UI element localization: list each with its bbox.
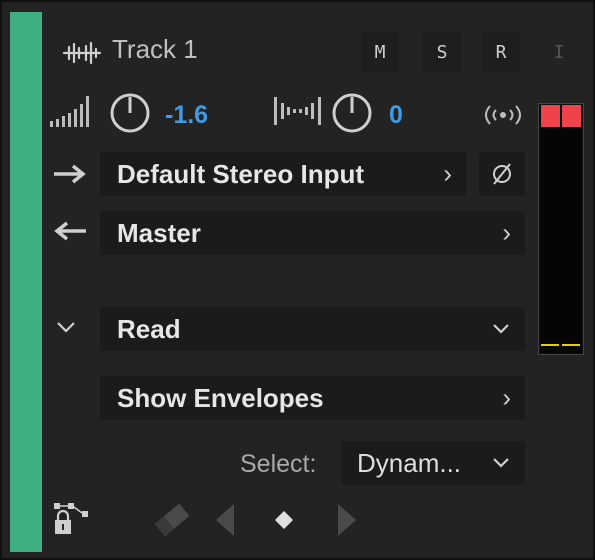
phase-invert-button[interactable] <box>479 152 525 196</box>
clip-indicator-left[interactable] <box>541 105 560 127</box>
automation-mode-value: Read <box>117 313 181 344</box>
envelope-select-value: Dynam... <box>357 447 462 478</box>
meter-level-right <box>562 344 580 346</box>
volume-bars-icon <box>50 96 89 127</box>
next-keyframe-icon <box>338 504 356 536</box>
pan-icon <box>274 97 321 125</box>
waveform-icon <box>62 41 102 65</box>
output-select[interactable]: Master › <box>100 211 525 255</box>
track-color-strip <box>10 12 42 552</box>
chevron-right-icon: › <box>502 382 511 413</box>
prev-keyframe-icon <box>216 504 234 536</box>
chevron-down-icon[interactable] <box>55 320 77 334</box>
phase-invert-icon <box>493 163 511 185</box>
eraser-icon <box>154 503 190 537</box>
volume-knob[interactable] <box>108 91 152 135</box>
level-meter-well <box>540 105 582 353</box>
broadcast-icon[interactable] <box>480 102 526 128</box>
select-label: Select: <box>240 450 317 478</box>
clip-indicator-right[interactable] <box>562 105 581 127</box>
volume-value[interactable]: -1.6 <box>165 101 208 130</box>
meter-level-left <box>541 344 559 346</box>
chevron-right-icon: › <box>502 217 511 248</box>
chevron-right-icon: › <box>443 158 452 189</box>
solo-button[interactable]: S <box>423 31 461 73</box>
chevron-down-icon <box>493 324 509 334</box>
track-name[interactable]: Track 1 <box>112 34 198 65</box>
record-arm-button[interactable]: R <box>482 31 520 73</box>
show-envelopes-label: Show Envelopes <box>117 382 324 413</box>
chevron-down-icon <box>493 458 509 468</box>
mute-button[interactable]: M <box>361 31 399 73</box>
input-select-value: Default Stereo Input <box>117 158 365 189</box>
arrow-right-icon <box>54 164 86 184</box>
input-monitor-button[interactable]: I <box>540 31 578 73</box>
automation-mode-select[interactable]: Read <box>100 307 525 351</box>
output-select-value: Master <box>117 217 201 248</box>
show-envelopes-menu[interactable]: Show Envelopes › <box>100 376 525 420</box>
envelope-select[interactable]: Dynam... <box>341 441 525 485</box>
lock-icon[interactable] <box>50 500 96 540</box>
arrow-left-icon <box>54 221 86 241</box>
pan-knob[interactable] <box>330 91 374 135</box>
pan-value[interactable]: 0 <box>389 101 403 130</box>
input-select[interactable]: Default Stereo Input › <box>100 152 466 196</box>
add-keyframe-icon[interactable] <box>271 507 297 533</box>
